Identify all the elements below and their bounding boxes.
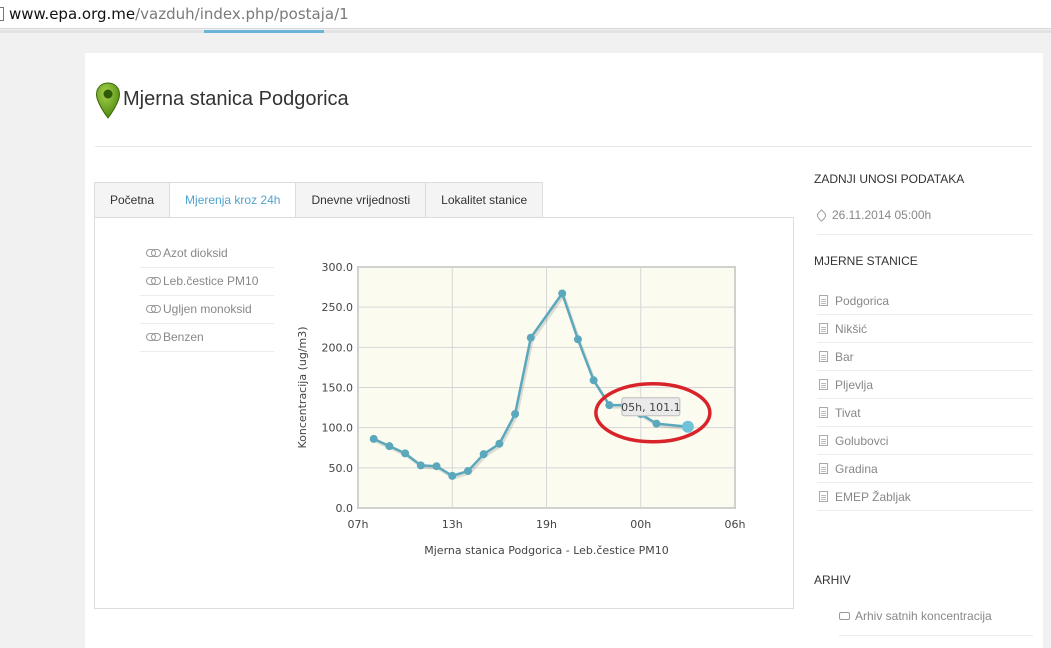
pollutant-item-benzen[interactable]: Benzen xyxy=(140,324,274,352)
document-icon xyxy=(819,295,828,306)
tab-pocetna[interactable]: Početna xyxy=(94,182,171,218)
y-tick-label: 200.0 xyxy=(322,341,354,354)
url-host: www.epa.org.me xyxy=(9,5,136,23)
data-point[interactable] xyxy=(495,439,504,448)
latest-entry: 26.11.2014 05:00h xyxy=(815,208,1033,235)
data-point[interactable] xyxy=(511,410,520,419)
station-label: EMEP Žabljak xyxy=(835,490,911,504)
x-axis-title: Mjerna stanica Podgorica - Leb.čestice P… xyxy=(424,544,668,557)
station-label: Bar xyxy=(835,350,854,364)
archive-heading: ARHIV xyxy=(814,573,851,587)
y-tick-label: 100.0 xyxy=(322,422,354,435)
url-path: /vazduh/index.php/postaja/1 xyxy=(135,5,349,23)
data-point[interactable] xyxy=(479,450,488,459)
comment-icon xyxy=(839,612,850,620)
stations-heading: MJERNE STANICE xyxy=(814,254,918,268)
station-label: Nikšić xyxy=(835,322,867,336)
station-label: Podgorica xyxy=(835,294,890,308)
x-tick-label: 07h xyxy=(348,518,369,531)
pollutant-label: Benzen xyxy=(163,330,204,344)
pm10-line-chart[interactable]: 0.0 50.0 100.0 150.0 200.0 250.0 300.0 07h 13h 19… xyxy=(290,255,770,565)
station-item-gradina[interactable]: Gradina xyxy=(817,455,1033,483)
station-list: Podgorica Nikšić Bar Pljevlja Tivat Golu… xyxy=(817,287,1033,511)
data-point[interactable] xyxy=(401,449,410,458)
link-icon xyxy=(146,249,161,257)
document-icon xyxy=(819,435,828,446)
link-icon xyxy=(146,305,161,313)
header-strip xyxy=(0,30,1051,33)
pollutant-item-ugljen-monoksid[interactable]: Ugljen monoksid xyxy=(140,296,274,324)
data-point[interactable] xyxy=(558,289,567,298)
y-tick-label: 300.0 xyxy=(322,261,354,274)
tab-lokalitet-stanice[interactable]: Lokalitet stanice xyxy=(425,182,544,218)
sidebar: ZADNJI UNOSI PODATAKA 26.11.2014 05:00h … xyxy=(803,146,1043,648)
station-item-golubovci[interactable]: Golubovci xyxy=(817,427,1033,455)
archive-link-label: Arhiv satnih koncentracija xyxy=(855,609,992,623)
data-point[interactable] xyxy=(463,467,472,476)
station-label: Tivat xyxy=(835,406,861,420)
data-point[interactable] xyxy=(589,376,598,385)
data-point[interactable] xyxy=(432,462,441,471)
tab-dnevne-vrijednosti[interactable]: Dnevne vrijednosti xyxy=(295,182,427,218)
station-item-niksic[interactable]: Nikšić xyxy=(817,315,1033,343)
pollutant-label: Azot dioksid xyxy=(163,246,228,260)
x-tick-label: 00h xyxy=(630,518,651,531)
map-pin-icon xyxy=(95,82,121,119)
x-tick-label: 06h xyxy=(725,518,746,531)
data-point[interactable] xyxy=(448,471,457,480)
active-nav-indicator xyxy=(204,30,324,33)
link-icon xyxy=(146,333,161,341)
pollutant-label: Leb.čestice PM10 xyxy=(163,274,259,288)
data-point[interactable] xyxy=(573,335,582,344)
tab-bar: Početna Mjerenja kroz 24h Dnevne vrijedn… xyxy=(94,182,544,218)
y-axis-title: Koncentracija (ug/m3) xyxy=(296,326,309,448)
x-tick-label: 19h xyxy=(536,518,557,531)
document-icon xyxy=(819,379,828,390)
y-tick-label: 0.0 xyxy=(336,502,354,515)
page-info-icon[interactable] xyxy=(0,7,4,21)
data-point[interactable] xyxy=(605,401,614,410)
y-tick-label: 50.0 xyxy=(329,462,354,475)
pollutant-item-pm10[interactable]: Leb.čestice PM10 xyxy=(140,268,274,296)
station-item-podgorica[interactable]: Podgorica xyxy=(817,287,1033,315)
tag-icon xyxy=(815,209,828,222)
latest-entry-date: 26.11.2014 05:00h xyxy=(832,208,932,222)
data-point[interactable] xyxy=(385,442,394,451)
document-icon xyxy=(819,351,828,362)
tab-mjerenja-24h[interactable]: Mjerenja kroz 24h xyxy=(169,182,297,218)
station-item-emep-zabljak[interactable]: EMEP Žabljak xyxy=(817,483,1033,511)
station-item-tivat[interactable]: Tivat xyxy=(817,399,1033,427)
y-tick-label: 150.0 xyxy=(322,382,354,395)
data-point[interactable] xyxy=(652,419,661,428)
link-icon xyxy=(146,277,161,285)
pollutant-list: Azot dioksid Leb.čestice PM10 Ugljen mon… xyxy=(140,240,274,352)
highlighted-data-point[interactable] xyxy=(681,420,694,433)
station-item-bar[interactable]: Bar xyxy=(817,343,1033,371)
url-text[interactable]: www.epa.org.me/vazduh/index.php/postaja/… xyxy=(9,5,349,23)
pollutant-item-azot-dioksid[interactable]: Azot dioksid xyxy=(140,240,274,268)
latest-entries-heading: ZADNJI UNOSI PODATAKA xyxy=(814,172,965,186)
pollutant-label: Ugljen monoksid xyxy=(163,302,252,316)
x-tick-label: 13h xyxy=(442,518,463,531)
document-icon xyxy=(819,323,828,334)
data-point[interactable] xyxy=(369,434,378,443)
station-label: Gradina xyxy=(835,462,878,476)
station-label: Pljevlja xyxy=(835,378,874,392)
station-item-pljevlja[interactable]: Pljevlja xyxy=(817,371,1033,399)
document-icon xyxy=(819,491,828,502)
archive-link[interactable]: Arhiv satnih koncentracija xyxy=(839,609,1033,636)
browser-address-bar[interactable]: www.epa.org.me/vazduh/index.php/postaja/… xyxy=(0,0,1051,29)
data-point[interactable] xyxy=(416,461,425,470)
document-icon xyxy=(819,407,828,418)
tooltip-text: 05h, 101.1 xyxy=(621,401,680,414)
document-icon xyxy=(819,463,828,474)
page-title: Mjerna stanica Podgorica xyxy=(123,88,349,110)
y-tick-label: 250.0 xyxy=(322,301,354,314)
station-label: Golubovci xyxy=(835,434,889,448)
data-point[interactable] xyxy=(526,333,535,342)
